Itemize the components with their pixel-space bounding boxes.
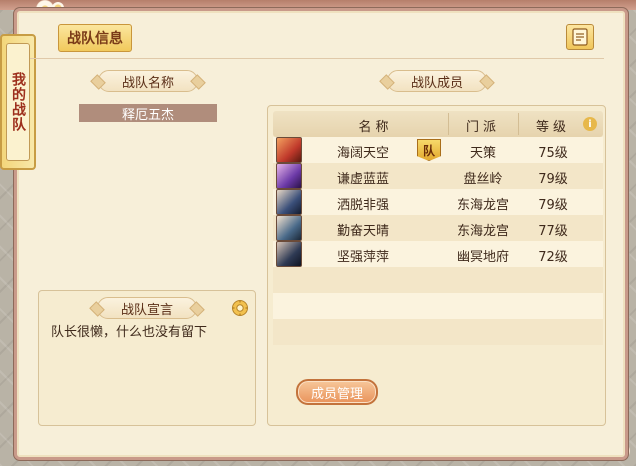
declaration-text: 队长很懒，什么也没有留下	[51, 325, 208, 340]
column-header-name: 名称	[358, 120, 393, 135]
member-name: 洒脱非强	[336, 198, 389, 213]
member-sect: 天策	[469, 146, 496, 161]
member-name: 坚强萍萍	[336, 250, 389, 265]
member-sect: 盘丝岭	[463, 172, 503, 187]
column-header-sect: 门派	[465, 120, 500, 135]
team-name-label: 战队名称	[98, 70, 198, 92]
members-panel: 名称 门派 等级 i 海阔天空 队 天策 75级 谦虚蓝蓝 盘丝岭 79级 洒脱…	[267, 105, 606, 426]
avatar	[276, 241, 302, 267]
edit-declaration-icon[interactable]	[231, 299, 249, 317]
avatar	[276, 215, 302, 241]
member-name: 谦虚蓝蓝	[336, 172, 389, 187]
member-name: 海阔天空	[336, 146, 389, 161]
member-sect: 幽冥地府	[456, 250, 509, 265]
member-level: 79级	[538, 172, 568, 187]
avatar	[276, 189, 302, 215]
empty-member-row	[273, 319, 603, 345]
member-name: 勤奋天晴	[336, 224, 389, 239]
member-row[interactable]: 洒脱非强 东海龙宫 79级	[273, 189, 603, 215]
member-row[interactable]: 坚强萍萍 幽冥地府 72级	[273, 241, 603, 267]
member-sect: 东海龙宫	[456, 224, 509, 239]
member-row[interactable]: 勤奋天晴 东海龙宫 77级	[273, 215, 603, 241]
empty-member-row	[273, 293, 603, 319]
manage-members-button[interactable]: 成员管理	[296, 379, 378, 405]
column-header-level: 等级	[535, 120, 570, 135]
page-title: 战队信息	[58, 24, 132, 52]
notepad-icon	[572, 28, 588, 46]
member-row[interactable]: 谦虚蓝蓝 盘丝岭 79级	[273, 163, 603, 189]
member-level: 77级	[538, 224, 568, 239]
notes-button[interactable]	[566, 24, 594, 50]
declaration-label: 战队宣言	[97, 297, 197, 319]
member-level: 75级	[538, 146, 568, 161]
avatar	[276, 163, 302, 189]
column-divider	[518, 113, 519, 135]
team-name-value: 释厄五杰	[79, 104, 217, 123]
avatar	[276, 137, 302, 163]
member-level: 72级	[538, 250, 568, 265]
member-level: 79级	[538, 198, 568, 213]
declaration-panel: 战队宣言 队长很懒，什么也没有留下	[38, 290, 256, 426]
title-divider	[30, 58, 604, 59]
members-table-header: 名称 门派 等级 i	[273, 111, 603, 137]
members-label: 战队成员	[387, 70, 487, 92]
tab-my-team-label: 我的战队	[6, 43, 30, 161]
member-sect: 东海龙宫	[456, 198, 509, 213]
level-info-icon[interactable]: i	[583, 117, 597, 131]
member-row[interactable]: 海阔天空 队 天策 75级	[273, 137, 603, 163]
empty-member-row	[273, 267, 603, 293]
tab-my-team[interactable]: 我的战队	[0, 34, 36, 170]
